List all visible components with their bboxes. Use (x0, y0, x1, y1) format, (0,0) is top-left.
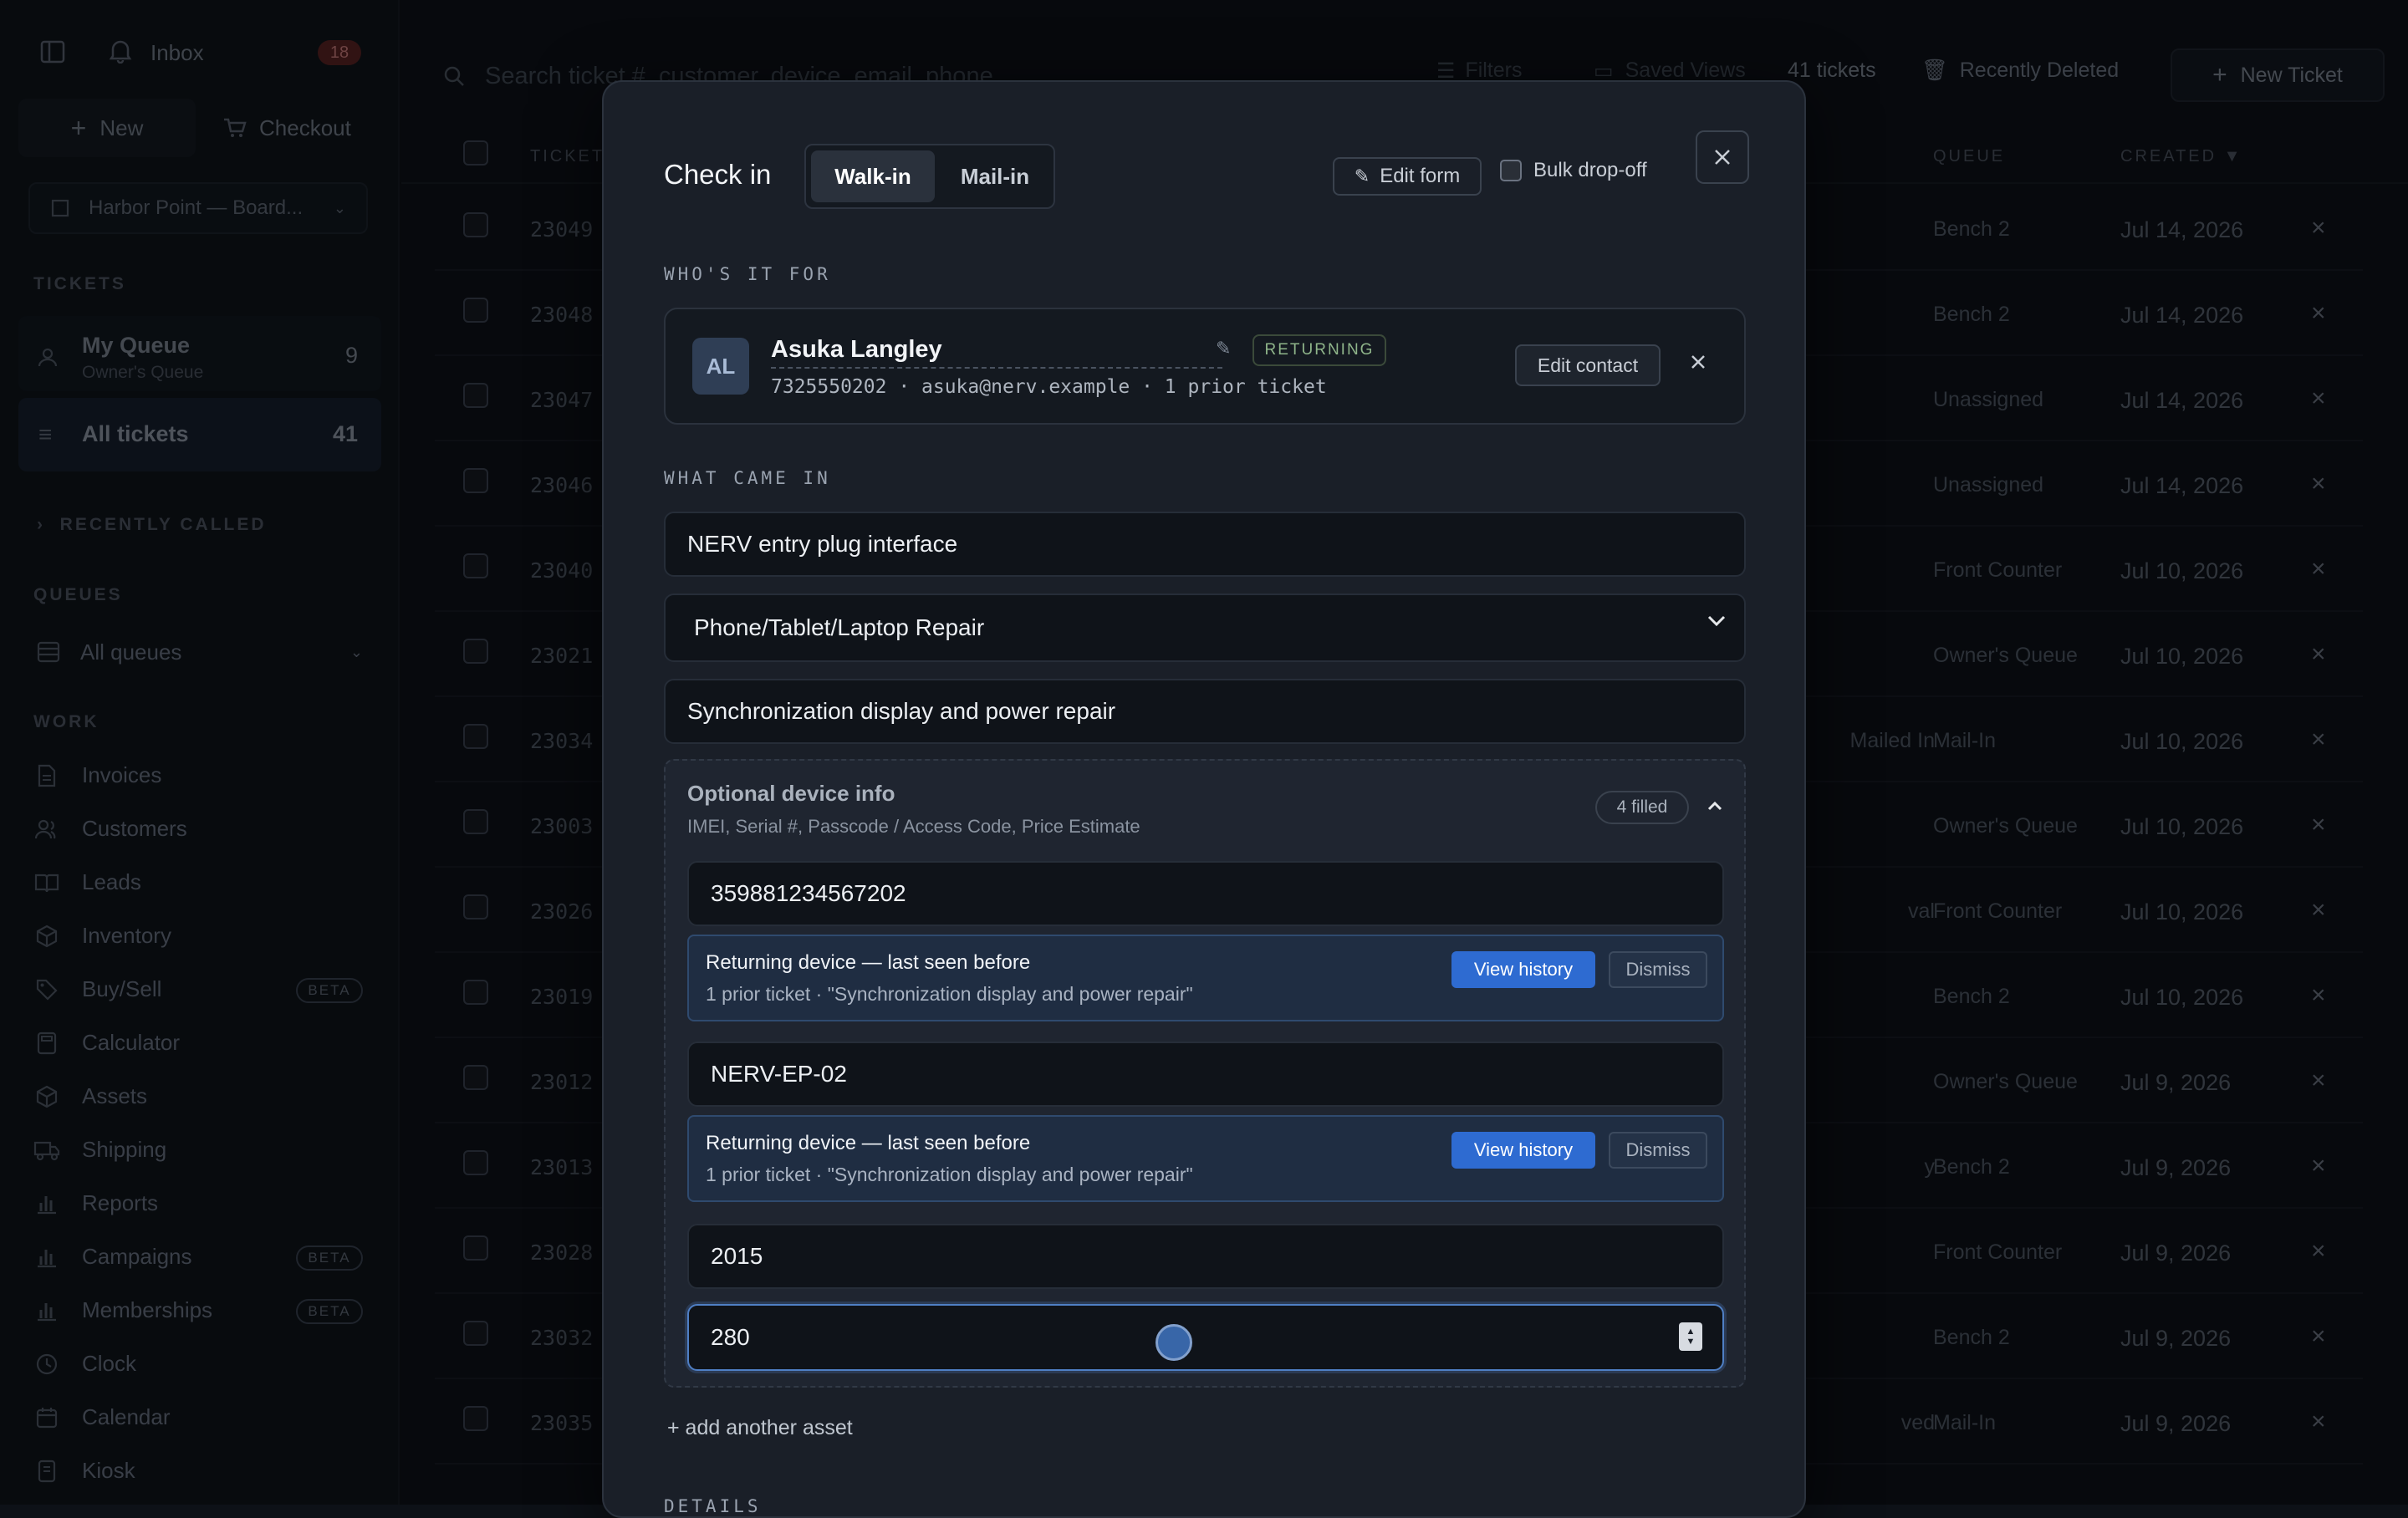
remove-customer-icon[interactable] (1691, 354, 1706, 369)
number-stepper-icon[interactable]: ▲ ▼ (1679, 1322, 1702, 1351)
details-title: DETAILS (664, 1496, 762, 1516)
bulk-dropoff-label: Bulk drop-off (1533, 159, 1647, 181)
view-history-button[interactable]: View history (1451, 1132, 1595, 1169)
alert-subtitle: 1 prior ticket · "Synchronization displa… (706, 983, 1193, 1005)
customer-name[interactable]: Asuka Langley (771, 336, 1222, 369)
whos-it-for-title: WHO'S IT FOR (664, 264, 831, 284)
alert-subtitle: 1 prior ticket · "Synchronization displa… (706, 1164, 1193, 1185)
price-value: 280 (711, 1324, 750, 1350)
edit-name-icon[interactable]: ✎ (1216, 338, 1231, 359)
serial-input[interactable]: NERV-EP-02 (687, 1042, 1724, 1107)
optional-title[interactable]: Optional device info (687, 781, 895, 807)
optional-subtitle: IMEI, Serial #, Passcode / Access Code, … (687, 816, 1140, 837)
customer-details: 7325550202 · asuka@nerv.example · 1 prio… (771, 376, 1327, 398)
returning-badge: RETURNING (1252, 334, 1386, 366)
check-in-mode-tabs: Walk-in Mail-in (804, 144, 1055, 209)
passcode-input[interactable]: 2015 (687, 1224, 1724, 1289)
device-name-input[interactable]: NERV entry plug interface (664, 512, 1746, 577)
add-asset-link[interactable]: + add another asset (667, 1416, 853, 1440)
price-estimate-input[interactable]: 280 ▲ ▼ (687, 1304, 1724, 1371)
dismiss-button[interactable]: Dismiss (1609, 1132, 1707, 1169)
alert-title: Returning device — last seen before (706, 1132, 1031, 1154)
chevron-down-icon (1707, 615, 1726, 627)
bulk-dropoff-toggle[interactable]: Bulk drop-off (1500, 159, 1647, 182)
avatar: AL (692, 338, 749, 395)
close-modal-button[interactable] (1696, 130, 1749, 184)
edit-contact-button[interactable]: Edit contact (1515, 344, 1661, 386)
bulk-dropoff-checkbox[interactable] (1500, 160, 1522, 181)
check-in-modal: Check in Walk-in Mail-in ✎ Edit form Bul… (602, 80, 1806, 1518)
close-icon (1713, 148, 1732, 166)
filled-count-badge: 4 filled (1595, 791, 1689, 824)
modal-title: Check in (664, 159, 772, 190)
mouse-cursor (1156, 1324, 1192, 1361)
chevron-up-icon[interactable] (1707, 801, 1722, 811)
customer-card: AL Asuka Langley ✎ RETURNING 7325550202 … (664, 308, 1746, 425)
dismiss-button[interactable]: Dismiss (1609, 951, 1707, 988)
category-select[interactable]: Phone/Tablet/Laptop Repair (664, 593, 1746, 662)
issue-input[interactable]: Synchronization display and power repair (664, 679, 1746, 744)
returning-device-alert: Returning device — last seen before 1 pr… (687, 1115, 1724, 1202)
view-history-button[interactable]: View history (1451, 951, 1595, 988)
imei-input[interactable]: 359881234567202 (687, 861, 1724, 926)
alert-title: Returning device — last seen before (706, 951, 1031, 974)
what-came-in-title: WHAT CAME IN (664, 468, 831, 488)
tab-walk-in[interactable]: Walk-in (811, 150, 935, 202)
edit-form-button[interactable]: ✎ Edit form (1333, 157, 1482, 196)
pencil-icon: ✎ (1354, 166, 1370, 186)
edit-form-label: Edit form (1380, 165, 1461, 187)
returning-device-alert: Returning device — last seen before 1 pr… (687, 935, 1724, 1021)
tab-mail-in[interactable]: Mail-in (940, 150, 1050, 202)
category-value: Phone/Tablet/Laptop Repair (694, 614, 985, 640)
